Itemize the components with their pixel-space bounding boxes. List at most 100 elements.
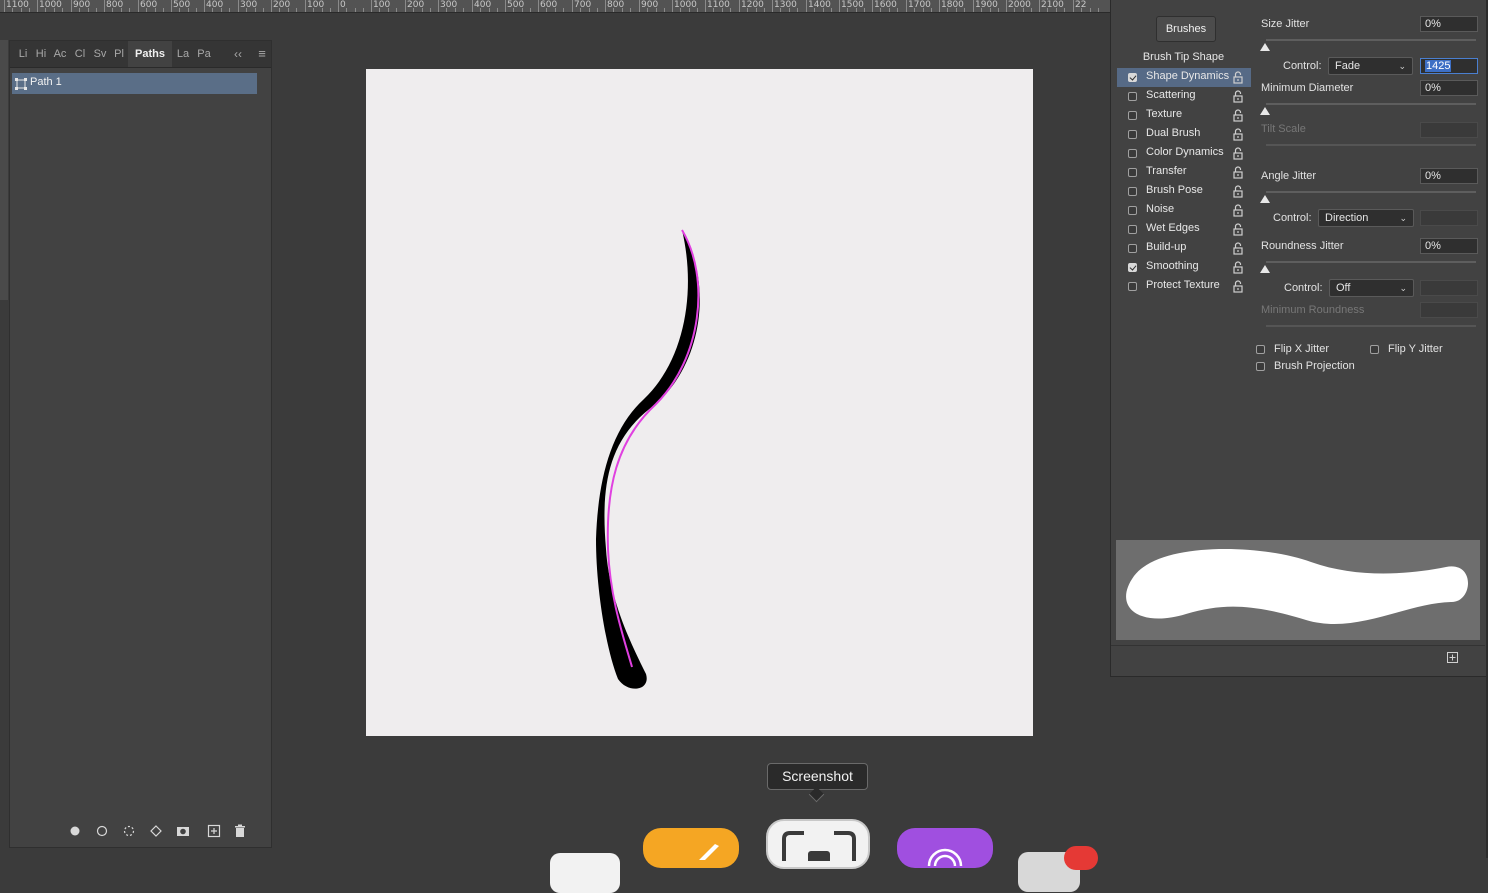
ruler-minor-tick xyxy=(513,8,514,12)
panel-menu-button[interactable]: ≡ xyxy=(254,41,270,67)
size-jitter-thumb[interactable] xyxy=(1260,43,1270,51)
roundness-jitter-field[interactable]: 0% xyxy=(1420,238,1478,254)
add-mask-icon[interactable] xyxy=(176,824,190,838)
lock-icon[interactable] xyxy=(1233,204,1243,217)
ruler-minor-tick xyxy=(279,8,280,12)
size-jitter-field[interactable]: 0% xyxy=(1420,16,1478,32)
brush-pose-checkbox[interactable] xyxy=(1128,187,1137,196)
brush-option-color-dynamics[interactable]: Color Dynamics xyxy=(1117,144,1251,163)
lock-icon[interactable] xyxy=(1233,71,1243,84)
angle-jitter-slider[interactable] xyxy=(1266,191,1476,193)
lock-icon[interactable] xyxy=(1233,90,1243,103)
brush-option-transfer[interactable]: Transfer xyxy=(1117,163,1251,182)
dual-brush-checkbox[interactable] xyxy=(1128,130,1137,139)
tab-libraries[interactable]: Li xyxy=(14,41,32,67)
flip-x-checkbox[interactable] xyxy=(1256,345,1265,354)
protect-texture-label: Protect Texture xyxy=(1146,279,1220,291)
lock-icon[interactable] xyxy=(1233,128,1243,141)
brush-option-build-up[interactable]: Build-up xyxy=(1117,239,1251,258)
lock-icon[interactable] xyxy=(1233,223,1243,236)
tab-patterns[interactable]: Pa xyxy=(194,41,214,67)
brush-option-texture[interactable]: Texture xyxy=(1117,106,1251,125)
ruler-minor-tick xyxy=(647,8,648,12)
stroke-path-icon[interactable] xyxy=(95,824,109,838)
ruler-minor-tick xyxy=(964,8,965,12)
collapse-panels-button[interactable]: ‹‹ xyxy=(230,41,246,67)
flip-y-checkbox[interactable] xyxy=(1370,345,1379,354)
brushes-button[interactable]: Brushes xyxy=(1156,16,1216,42)
roundness-jitter-thumb[interactable] xyxy=(1260,265,1270,273)
tab-swatches[interactable]: Sv xyxy=(90,41,110,67)
ruler-label: 2100 xyxy=(1041,0,1064,10)
texture-checkbox[interactable] xyxy=(1128,111,1137,120)
work-path-line xyxy=(606,229,700,668)
tab-clone-source[interactable]: Cl xyxy=(70,41,90,67)
ruler-label: 1700 xyxy=(908,0,931,10)
brush-option-noise[interactable]: Noise xyxy=(1117,201,1251,220)
brush-option-shape-dynamics[interactable]: Shape Dynamics xyxy=(1117,68,1251,87)
make-work-path-icon[interactable] xyxy=(149,824,163,838)
ruler-minor-tick xyxy=(747,8,748,12)
lock-icon[interactable] xyxy=(1233,109,1243,122)
protect-texture-checkbox[interactable] xyxy=(1128,282,1137,291)
lock-icon[interactable] xyxy=(1233,280,1243,293)
brush-options-list: Shape Dynamics Scattering Texture Dual Brus… xyxy=(1111,68,1256,298)
ruler-minor-tick xyxy=(831,8,832,12)
ruler-minor-tick xyxy=(463,8,464,12)
path-item[interactable]: Path 1 xyxy=(12,73,257,94)
smoothing-checkbox[interactable] xyxy=(1128,263,1137,272)
wet-edges-checkbox[interactable] xyxy=(1128,225,1137,234)
angle-jitter-label: Angle Jitter xyxy=(1261,170,1317,182)
load-selection-icon[interactable] xyxy=(122,824,136,838)
brush-tip-shape-item[interactable]: Brush Tip Shape xyxy=(1111,51,1256,68)
angle-jitter-field[interactable]: 0% xyxy=(1420,168,1478,184)
path-name: Path 1 xyxy=(30,76,62,88)
ruler-minor-tick xyxy=(45,8,46,12)
roundness-control-dropdown[interactable]: Off ⌄ xyxy=(1329,279,1414,297)
color-dynamics-checkbox[interactable] xyxy=(1128,149,1137,158)
tab-history[interactable]: Hi xyxy=(32,41,50,67)
fill-path-icon[interactable] xyxy=(68,824,82,838)
app-icon[interactable] xyxy=(550,853,620,893)
brush-option-protect-texture[interactable]: Protect Texture xyxy=(1117,277,1251,296)
angle-jitter-thumb[interactable] xyxy=(1260,195,1270,203)
minimum-diameter-field[interactable]: 0% xyxy=(1420,80,1478,96)
shape-dynamics-checkbox[interactable] xyxy=(1128,73,1137,82)
tab-layers[interactable]: La xyxy=(174,41,192,67)
lock-icon[interactable] xyxy=(1233,261,1243,274)
delete-path-icon[interactable] xyxy=(233,824,247,838)
lock-icon[interactable] xyxy=(1233,147,1243,160)
create-new-brush-icon[interactable] xyxy=(1447,652,1458,663)
angle-control-dropdown[interactable]: Direction ⌄ xyxy=(1318,209,1414,227)
scattering-checkbox[interactable] xyxy=(1128,92,1137,101)
tab-paths[interactable]: Paths xyxy=(128,41,172,67)
lock-icon[interactable] xyxy=(1233,185,1243,198)
brush-option-wet-edges[interactable]: Wet Edges xyxy=(1117,220,1251,239)
roundness-jitter-slider[interactable] xyxy=(1266,261,1476,263)
new-path-icon[interactable] xyxy=(207,824,221,838)
ruler-minor-tick xyxy=(221,8,222,12)
brush-option-brush-pose[interactable]: Brush Pose xyxy=(1117,182,1251,201)
noise-checkbox[interactable] xyxy=(1128,206,1137,215)
size-jitter-slider[interactable] xyxy=(1266,39,1476,41)
lock-icon[interactable] xyxy=(1233,166,1243,179)
minimum-diameter-slider[interactable] xyxy=(1266,103,1476,105)
lock-icon[interactable] xyxy=(1233,242,1243,255)
fade-steps-field[interactable]: 1425 xyxy=(1420,58,1478,74)
brush-projection-checkbox[interactable] xyxy=(1256,362,1265,371)
podcasts-app-icon[interactable] xyxy=(897,828,993,868)
brush-option-dual-brush[interactable]: Dual Brush xyxy=(1117,125,1251,144)
document-canvas[interactable] xyxy=(366,69,1033,736)
transfer-checkbox[interactable] xyxy=(1128,168,1137,177)
size-control-dropdown[interactable]: Fade ⌄ xyxy=(1328,57,1413,75)
brush-option-scattering[interactable]: Scattering xyxy=(1117,87,1251,106)
ruler-minor-tick xyxy=(864,8,865,12)
build-up-checkbox[interactable] xyxy=(1128,244,1137,253)
screenshot-app-icon[interactable] xyxy=(766,819,870,869)
pencil-app-icon[interactable] xyxy=(643,828,739,868)
minimum-diameter-thumb[interactable] xyxy=(1260,107,1270,115)
ruler-minor-tick xyxy=(263,8,264,12)
tab-actions[interactable]: Ac xyxy=(50,41,70,67)
tab-plugins[interactable]: Pl xyxy=(110,41,128,67)
brush-option-smoothing[interactable]: Smoothing xyxy=(1117,258,1251,277)
